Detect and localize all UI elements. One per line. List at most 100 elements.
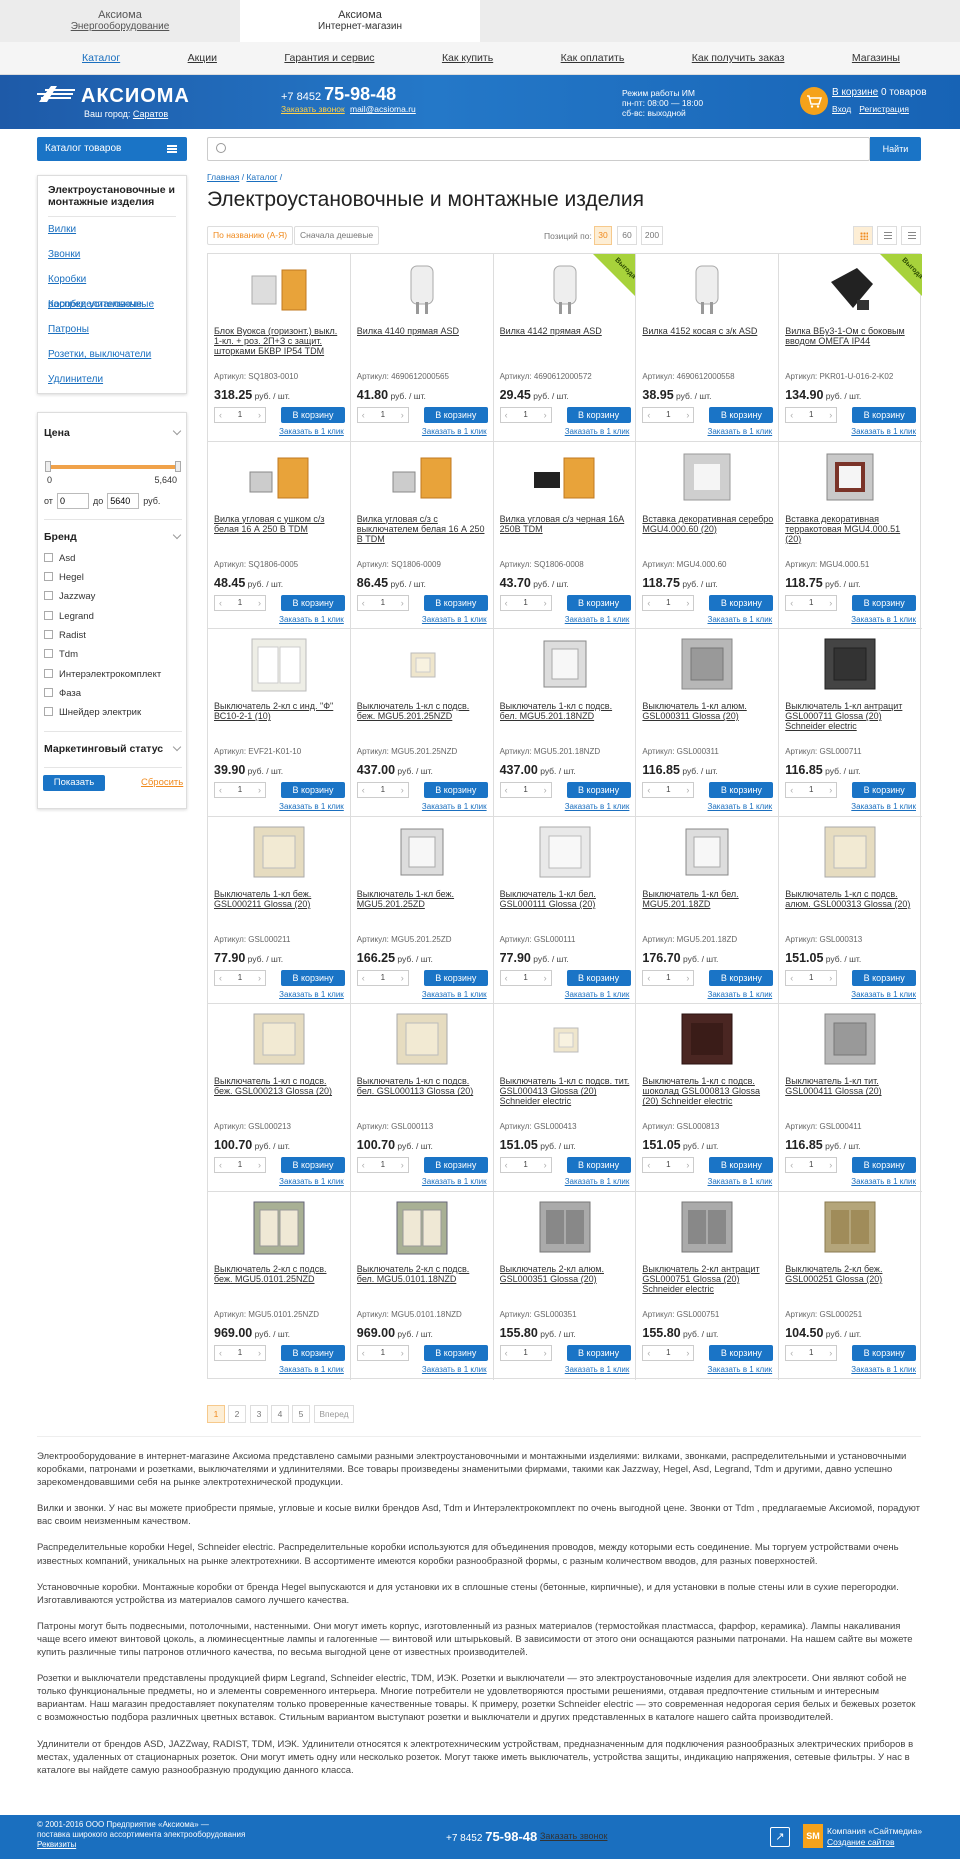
login-link[interactable]: Вход <box>832 104 851 114</box>
product-name[interactable]: Выключатель 2-кл с подсв. беж. MGU5.0101… <box>214 1264 346 1306</box>
share-icon[interactable]: ↗ <box>770 1827 790 1847</box>
one-click-order-link[interactable]: Заказать в 1 клик <box>851 802 916 811</box>
add-to-cart-button[interactable]: В корзину <box>281 1157 345 1174</box>
nav-stores[interactable]: Магазины <box>852 52 900 64</box>
add-to-cart-button[interactable]: В корзину <box>423 594 488 611</box>
add-to-cart-button[interactable]: В корзину <box>423 782 488 799</box>
brand-checkbox[interactable]: Hegel <box>44 572 84 586</box>
price-filter-title[interactable]: Цена <box>44 427 70 439</box>
brand-checkbox[interactable]: Tdm <box>44 649 78 663</box>
one-click-order-link[interactable]: Заказать в 1 клик <box>279 990 344 999</box>
product-image[interactable] <box>674 450 740 506</box>
one-click-order-link[interactable]: Заказать в 1 клик <box>279 615 344 624</box>
product-name[interactable]: Выключатель 1-кл тит. GSL000411 Glossa (… <box>785 1076 917 1118</box>
reset-filter-link[interactable]: Сбросить <box>141 777 183 788</box>
product-image[interactable] <box>817 825 883 881</box>
quantity-stepper[interactable]: 1 <box>214 1157 266 1174</box>
one-click-order-link[interactable]: Заказать в 1 клик <box>422 427 487 436</box>
product-name[interactable]: Выключатель 1-кл бел. GSL000111 Glossa (… <box>500 889 632 931</box>
add-to-cart-button[interactable]: В корзину <box>709 782 774 799</box>
product-image[interactable] <box>389 262 455 318</box>
product-name[interactable]: Выключатель 2-кл с подсв. бел. MGU5.0101… <box>357 1264 489 1306</box>
brand-checkbox[interactable]: Legrand <box>44 611 94 625</box>
add-to-cart-button[interactable]: В корзину <box>852 594 917 611</box>
quantity-stepper[interactable]: 1 <box>642 1157 695 1174</box>
page-1[interactable]: 1 <box>207 1405 225 1423</box>
product-image[interactable] <box>817 1012 883 1068</box>
product-name[interactable]: Выключатель 2-кл беж. GSL000251 Glossa (… <box>785 1264 917 1306</box>
logo[interactable]: АКСИОМА <box>37 84 189 107</box>
add-to-cart-button[interactable]: В корзину <box>709 969 774 986</box>
page-4[interactable]: 4 <box>271 1405 289 1423</box>
product-image[interactable] <box>389 637 455 693</box>
city-link[interactable]: Саратов <box>133 109 168 119</box>
product-name[interactable]: Вилка угловая с/з с выключателем белая 1… <box>357 514 489 556</box>
price-to-input[interactable] <box>107 493 140 509</box>
quantity-stepper[interactable]: 1 <box>356 1345 409 1361</box>
quantity-stepper[interactable]: 1 <box>499 1157 552 1174</box>
quantity-stepper[interactable]: 1 <box>356 1157 409 1174</box>
quantity-stepper[interactable]: 1 <box>785 1345 838 1361</box>
one-click-order-link[interactable]: Заказать в 1 клик <box>565 615 630 624</box>
add-to-cart-button[interactable]: В корзину <box>423 1345 488 1361</box>
add-to-cart-button[interactable]: В корзину <box>852 1157 917 1174</box>
product-image[interactable] <box>389 450 455 506</box>
quantity-stepper[interactable]: 1 <box>214 1345 266 1361</box>
quantity-stepper[interactable]: 1 <box>356 969 409 986</box>
add-to-cart-button[interactable]: В корзину <box>709 1345 774 1361</box>
one-click-order-link[interactable]: Заказать в 1 клик <box>851 990 916 999</box>
product-name[interactable]: Выключатель 1-кл беж. GSL000211 Glossa (… <box>214 889 346 931</box>
nav-warranty[interactable]: Гарантия и сервис <box>284 52 374 64</box>
category-link[interactable]: Коробки распределительные <box>48 267 176 310</box>
quantity-stepper[interactable]: 1 <box>214 782 266 799</box>
sitemedia-logo[interactable]: SM <box>803 1824 823 1848</box>
product-image[interactable] <box>674 1200 740 1256</box>
add-to-cart-button[interactable]: В корзину <box>281 782 345 799</box>
product-image[interactable] <box>246 1012 312 1068</box>
product-image[interactable] <box>389 1012 455 1068</box>
one-click-order-link[interactable]: Заказать в 1 клик <box>708 1365 773 1374</box>
add-to-cart-button[interactable]: В корзину <box>566 1345 631 1361</box>
add-to-cart-button[interactable]: В корзину <box>709 407 774 423</box>
product-image[interactable] <box>246 825 312 881</box>
one-click-order-link[interactable]: Заказать в 1 клик <box>708 615 773 624</box>
product-image[interactable] <box>532 1200 598 1256</box>
product-name[interactable]: Выключатель 1-кл с подсв. тит. GSL000413… <box>500 1076 632 1118</box>
footer-call-link[interactable]: Заказать звонок <box>540 1831 607 1841</box>
chevron-down-icon[interactable] <box>172 426 182 436</box>
one-click-order-link[interactable]: Заказать в 1 клик <box>565 990 630 999</box>
product-image[interactable] <box>389 1200 455 1256</box>
quantity-stepper[interactable]: 1 <box>356 407 409 423</box>
add-to-cart-button[interactable]: В корзину <box>852 782 917 799</box>
product-name[interactable]: Выключатель 1-кл бел. MGU5.201.18ZD <box>642 889 774 931</box>
developer-link[interactable]: Создание сайтов <box>827 1837 894 1847</box>
product-name[interactable]: Вилка 4142 прямая ASD <box>500 326 632 368</box>
product-name[interactable]: Выключатель 1-кл с подсв. шоколад GSL000… <box>642 1076 774 1118</box>
one-click-order-link[interactable]: Заказать в 1 клик <box>279 1365 344 1374</box>
product-name[interactable]: Выключатель 1-кл беж. MGU5.201.25ZD <box>357 889 489 931</box>
quantity-stepper[interactable]: 1 <box>785 594 838 611</box>
add-to-cart-button[interactable]: В корзину <box>423 969 488 986</box>
product-name[interactable]: Выключатель 1-кл с подсв. бел. GSL000113… <box>357 1076 489 1118</box>
one-click-order-link[interactable]: Заказать в 1 клик <box>279 1177 344 1186</box>
product-name[interactable]: Выключатель 1-кл антрацит GSL000711 Glos… <box>785 701 917 743</box>
product-image[interactable] <box>246 637 312 693</box>
product-name[interactable]: Вилка 4140 прямая ASD <box>357 326 489 368</box>
one-click-order-link[interactable]: Заказать в 1 клик <box>422 802 487 811</box>
product-image[interactable] <box>532 262 598 318</box>
breadcrumb-link[interactable]: Каталог <box>246 172 277 182</box>
one-click-order-link[interactable]: Заказать в 1 клик <box>708 427 773 436</box>
product-name[interactable]: Выключатель 1-кл алюм. GSL000311 Glossa … <box>642 701 774 743</box>
one-click-order-link[interactable]: Заказать в 1 клик <box>279 427 344 436</box>
per-page-30[interactable]: 30 <box>594 226 612 245</box>
add-to-cart-button[interactable]: В корзину <box>566 594 631 611</box>
product-name[interactable]: Выключатель 1-кл с подсв. беж. GSL000213… <box>214 1076 346 1118</box>
quantity-stepper[interactable]: 1 <box>499 1345 552 1361</box>
product-image[interactable] <box>674 262 740 318</box>
sort-cheap-first[interactable]: Сначала дешевые <box>294 226 380 245</box>
category-link[interactable]: Звонки <box>48 242 176 267</box>
add-to-cart-button[interactable]: В корзину <box>709 594 774 611</box>
product-image[interactable] <box>817 1200 883 1256</box>
quantity-stepper[interactable]: 1 <box>785 782 838 799</box>
cart-icon[interactable] <box>800 87 828 115</box>
